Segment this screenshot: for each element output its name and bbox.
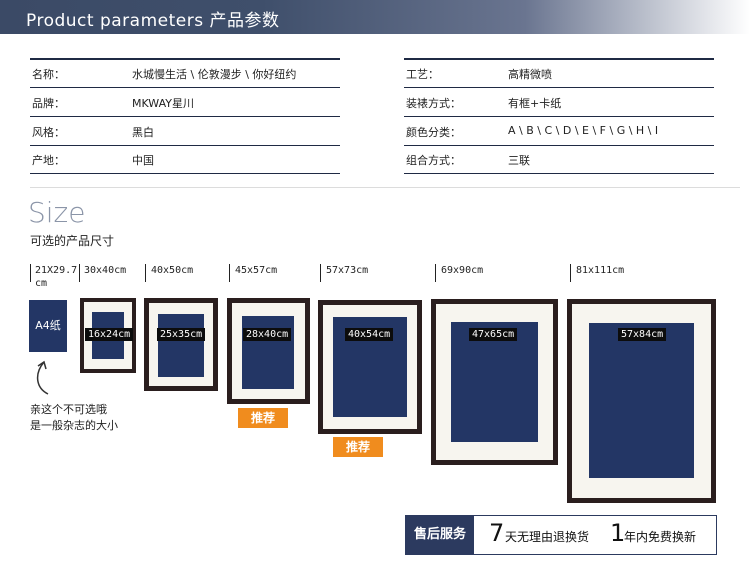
- table-rule: [30, 173, 340, 174]
- table-rule: [30, 145, 340, 146]
- table-rule: [404, 116, 714, 117]
- table-top-rule-left: [30, 58, 340, 60]
- dim-label-81x111: 81x111cm: [576, 265, 625, 276]
- inner-size-tag: 47x65cm: [469, 328, 518, 341]
- service-heading: 售后服务: [406, 516, 474, 554]
- size-subtitle: 可选的产品尺寸: [30, 234, 115, 248]
- recommend-badge: 推荐: [238, 408, 288, 428]
- section-divider: [30, 187, 740, 188]
- param-value-name: 水城慢生活 \ 伦敦漫步 \ 你好纽约: [132, 68, 297, 81]
- param-value-origin: 中国: [132, 154, 154, 167]
- table-rule: [404, 87, 714, 88]
- frame-art: [589, 323, 694, 478]
- size-title: Size: [28, 196, 86, 229]
- dim-tick: [320, 264, 321, 282]
- dim-tick: [79, 264, 80, 282]
- dim-tick: [229, 264, 230, 282]
- table-top-rule-right: [404, 58, 714, 60]
- param-value-style: 黑白: [132, 126, 154, 139]
- inner-size-tag: 16x24cm: [85, 328, 134, 341]
- param-label-style: 风格：: [32, 126, 65, 139]
- dim-tick: [145, 264, 146, 282]
- inner-size-tag: 25x35cm: [157, 328, 206, 341]
- inner-size-tag: 28x40cm: [243, 328, 292, 341]
- recommend-badge: 推荐: [333, 437, 383, 457]
- param-value-combo: 三联: [508, 154, 530, 167]
- inner-size-tag: 40x54cm: [345, 328, 394, 341]
- curved-arrow-icon: [36, 360, 49, 395]
- a4-note-line2: 是一般杂志的大小: [30, 419, 118, 432]
- dim-label-45x57: 45x57cm: [235, 265, 278, 276]
- dim-label-30x40: 30x40cm: [84, 265, 127, 276]
- dim-label-a4: 21X29.7: [35, 265, 78, 276]
- a4-note: 亲这个不可选哦 是一般杂志的大小: [30, 402, 118, 434]
- param-value-craft: 高精微喷: [508, 68, 552, 81]
- param-label-color: 颜色分类：: [406, 126, 461, 139]
- param-label-origin: 产地：: [32, 154, 65, 167]
- frame-art: [158, 314, 204, 377]
- table-rule: [404, 145, 714, 146]
- frame-art: [242, 316, 294, 389]
- service-year-text: 年内免费换新: [624, 530, 697, 544]
- param-label-combo: 组合方式：: [406, 154, 461, 167]
- dim-label-40x50: 40x50cm: [151, 265, 194, 276]
- dim-tick: [570, 264, 571, 282]
- table-rule: [30, 87, 340, 88]
- dim-label-69x90: 69x90cm: [441, 265, 484, 276]
- param-label-brand: 品牌：: [32, 97, 65, 110]
- param-value-mounting: 有框+卡纸: [508, 97, 562, 110]
- dim-label-57x73: 57x73cm: [326, 265, 369, 276]
- header-banner: Product parameters 产品参数: [0, 0, 750, 34]
- inner-size-tag: 57x84cm: [618, 328, 667, 341]
- table-rule: [404, 173, 714, 174]
- service-days-number: 7: [489, 519, 505, 547]
- dim-label-a4-unit: cm: [35, 278, 48, 289]
- service-year-number: 1: [610, 519, 626, 547]
- param-value-color: A \ B \ C \ D \ E \ F \ G \ H \ I: [508, 124, 659, 137]
- dim-tick: [435, 264, 436, 282]
- param-label-craft: 工艺：: [406, 68, 439, 81]
- after-sales-service: 售后服务 7 天无理由退换货 1 年内免费换新: [405, 515, 717, 555]
- table-rule: [30, 116, 340, 117]
- a4-note-line1: 亲这个不可选哦: [30, 403, 107, 416]
- a4-sample: A4纸: [29, 300, 67, 352]
- param-value-brand: MKWAY星川: [132, 97, 194, 110]
- dim-tick: [30, 264, 31, 282]
- banner-title: Product parameters 产品参数: [26, 11, 280, 31]
- param-label-name: 名称：: [32, 68, 65, 81]
- service-days-text: 天无理由退换货: [505, 530, 590, 544]
- param-label-mounting: 装裱方式：: [406, 97, 461, 110]
